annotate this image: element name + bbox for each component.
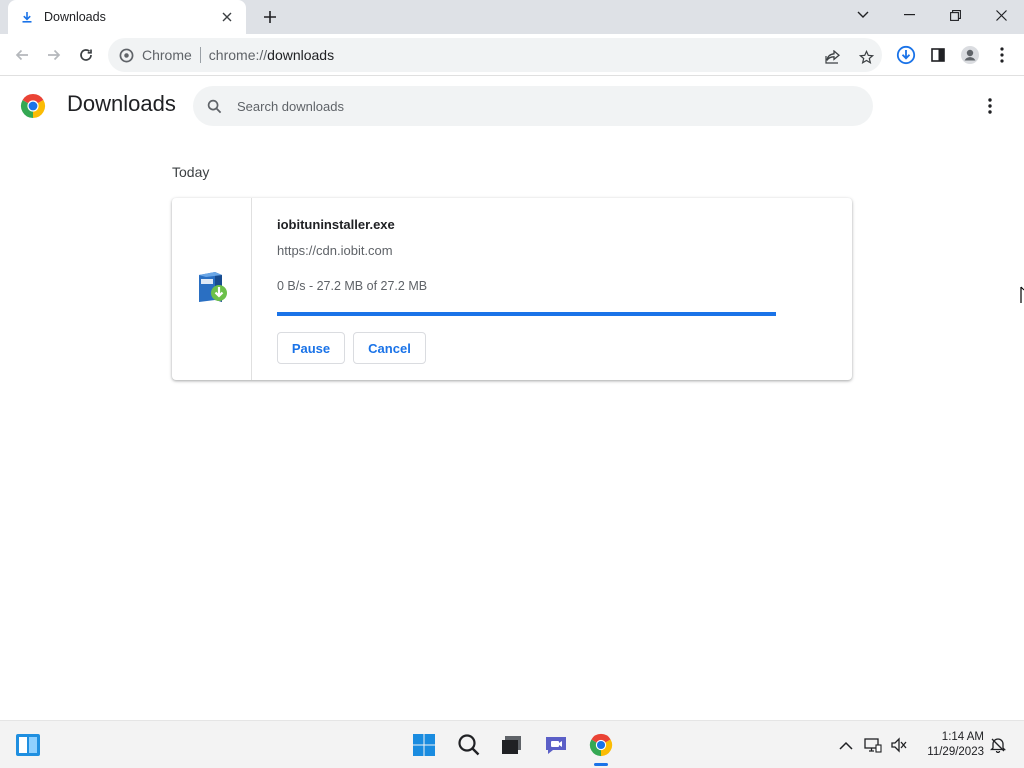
- download-status: 0 B/s - 27.2 MB of 27.2 MB: [277, 279, 428, 293]
- cancel-button[interactable]: Cancel: [353, 332, 426, 364]
- bookmark-star-icon[interactable]: [855, 46, 877, 68]
- share-icon[interactable]: [822, 46, 844, 68]
- tab-downloads[interactable]: Downloads: [8, 0, 246, 34]
- pause-button[interactable]: Pause: [277, 332, 345, 364]
- clock-date: 11/29/2023: [927, 746, 984, 758]
- show-hidden-icons-chevron[interactable]: [836, 735, 856, 755]
- page-title: Downloads: [67, 91, 176, 116]
- profile-avatar-icon[interactable]: [957, 42, 983, 68]
- mouse-cursor-icon: [1020, 286, 1024, 304]
- back-button[interactable]: [9, 42, 35, 68]
- tab-strip: Downloads: [0, 0, 1024, 34]
- search-icon: [205, 97, 223, 115]
- close-tab-icon[interactable]: [218, 8, 236, 26]
- url-path: downloads: [267, 47, 335, 63]
- volume-muted-icon[interactable]: [889, 735, 909, 755]
- taskbar-clock[interactable]: 1:14 AM 11/29/2023: [918, 730, 984, 760]
- omnibox-divider: [199, 47, 201, 63]
- downloads-menu-icon[interactable]: [980, 94, 1000, 118]
- close-window-button[interactable]: [978, 0, 1024, 30]
- download-item: iobituninstaller.exe https://cdn.iobit.c…: [172, 198, 852, 380]
- file-source-url[interactable]: https://cdn.iobit.com: [277, 243, 393, 258]
- tab-search-icon[interactable]: [850, 4, 876, 26]
- task-view-icon[interactable]: [498, 731, 526, 759]
- windows-taskbar: 1:14 AM 11/29/2023: [0, 720, 1024, 768]
- iobit-installer-icon: [195, 269, 229, 310]
- restore-button[interactable]: [932, 0, 978, 30]
- address-bar[interactable]: Chrome chrome://downloads: [108, 38, 882, 72]
- forward-button[interactable]: [41, 42, 67, 68]
- url-scheme: chrome://: [208, 47, 268, 63]
- active-app-indicator: [594, 763, 608, 766]
- site-chip-label: Chrome: [142, 47, 192, 63]
- download-progress-fill: [277, 312, 776, 316]
- chrome-logo-icon: [20, 93, 46, 119]
- chrome-menu-icon[interactable]: [989, 42, 1015, 68]
- browser-toolbar: Chrome chrome://downloads: [0, 34, 1024, 76]
- downloads-indicator-icon[interactable]: [893, 42, 919, 68]
- search-downloads-box[interactable]: [193, 86, 873, 126]
- date-heading: Today: [172, 164, 210, 180]
- side-panel-icon[interactable]: [925, 42, 951, 68]
- clock-time: 1:14 AM: [941, 731, 984, 743]
- taskbar-search-icon[interactable]: [455, 731, 483, 759]
- downloads-header: Downloads: [0, 77, 1024, 135]
- notification-center-icon[interactable]: [988, 735, 1008, 755]
- search-input[interactable]: [237, 98, 837, 114]
- url-text: chrome://downloads: [209, 47, 334, 63]
- minimize-button[interactable]: [886, 0, 932, 30]
- download-icon: [20, 10, 34, 24]
- network-icon[interactable]: [863, 735, 883, 755]
- tab-title: Downloads: [44, 10, 106, 24]
- start-menu-icon[interactable]: [410, 731, 438, 759]
- teams-chat-icon[interactable]: [542, 731, 570, 759]
- file-name[interactable]: iobituninstaller.exe: [277, 217, 395, 232]
- new-tab-button[interactable]: [258, 6, 282, 28]
- chrome-taskbar-icon[interactable]: [587, 731, 615, 759]
- chrome-site-icon: [118, 47, 134, 63]
- widgets-icon[interactable]: [14, 731, 42, 759]
- reload-button[interactable]: [73, 42, 99, 68]
- file-icon-column: [172, 198, 252, 380]
- download-progress-bar: [277, 312, 776, 316]
